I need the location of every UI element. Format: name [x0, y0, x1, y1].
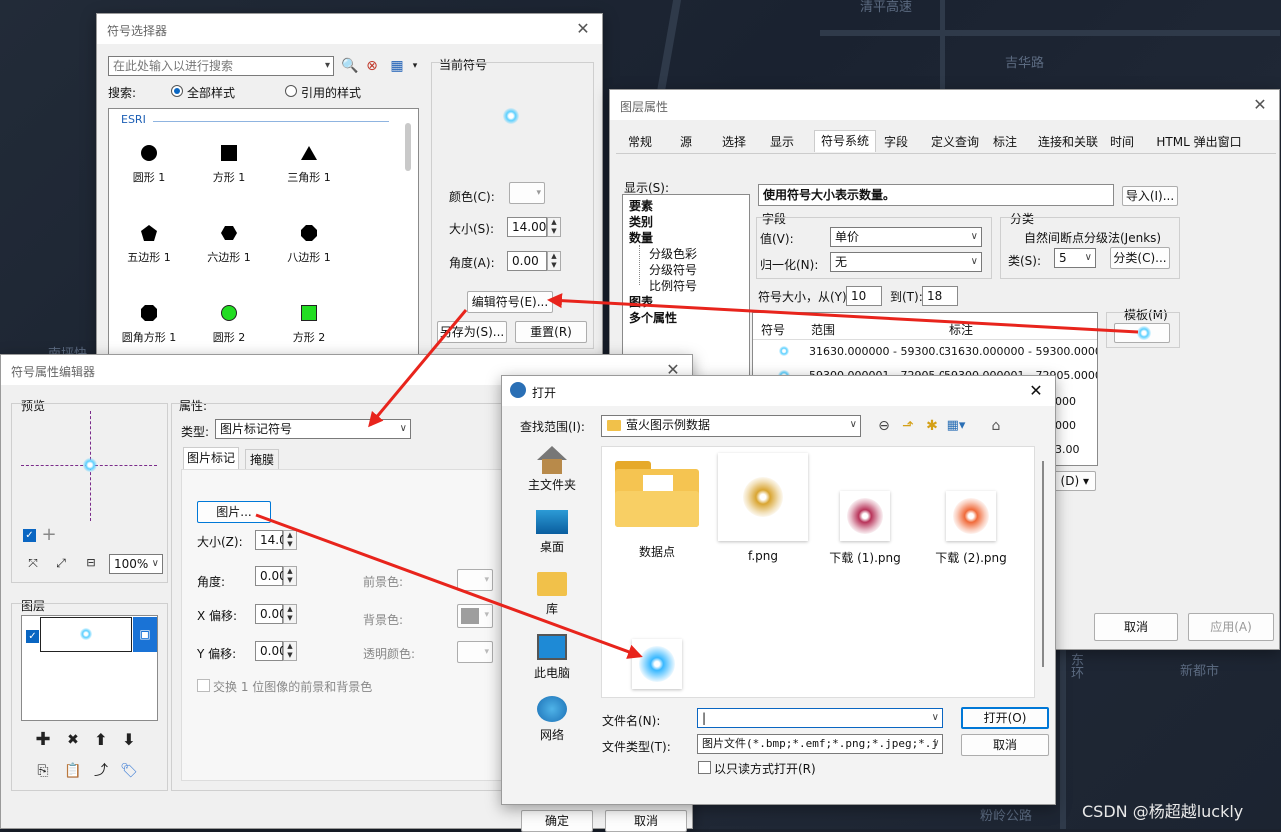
arrow-template-to-edit: [547, 293, 1139, 334]
arrow-edit-to-type: [368, 309, 468, 428]
annotation-arrows: [255, 293, 1139, 659]
watermark: CSDN @杨超越luckly: [1082, 802, 1244, 821]
arrow-picture-to-file: [255, 513, 643, 659]
